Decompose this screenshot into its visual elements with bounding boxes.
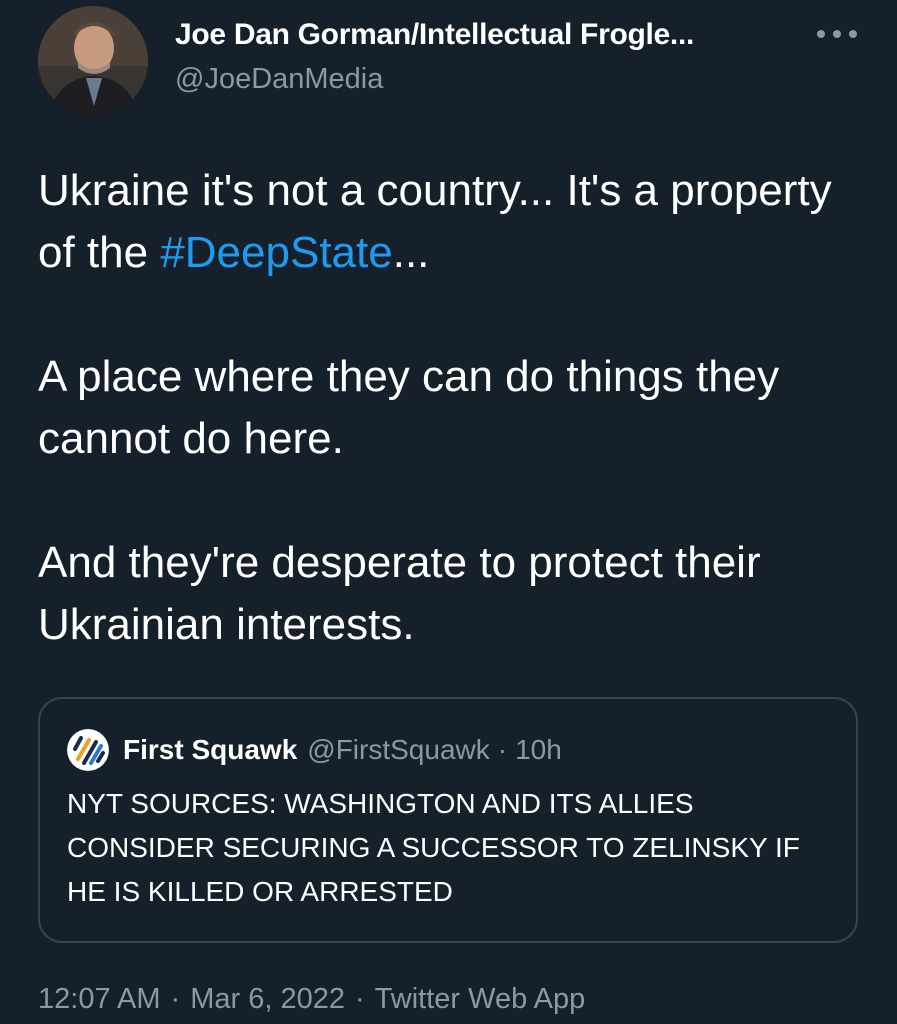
quoted-tweet-header: First Squawk @FirstSquawk · 10h xyxy=(67,729,562,771)
quoted-author-name: First Squawk xyxy=(123,734,298,765)
tweet-paragraph-2: A place where they can do things they ca… xyxy=(38,352,780,463)
author-handle[interactable]: @JoeDanMedia xyxy=(175,63,383,96)
author-display-name[interactable]: Joe Dan Gorman/Intellectual Frogle... xyxy=(175,18,694,52)
tweet-paragraph-1: Ukraine it's not a country... It's a pro… xyxy=(38,160,868,284)
more-horizontal-icon[interactable] xyxy=(817,24,857,44)
author-avatar[interactable] xyxy=(38,6,148,116)
separator-dot: · xyxy=(354,983,365,1015)
tweet-text-part: Ukraine it's not a country... It's a pro… xyxy=(38,166,832,277)
more-dot xyxy=(833,30,841,38)
first-squawk-logo-icon xyxy=(67,729,109,771)
quoted-tweet-time: 10h xyxy=(515,734,562,765)
hashtag-link[interactable]: #DeepState xyxy=(160,228,392,277)
tweet-text: Ukraine it's not a country... It's a pro… xyxy=(38,160,868,656)
tweet-time[interactable]: 12:07 AM xyxy=(38,983,161,1015)
profile-photo-icon xyxy=(38,6,148,116)
tweet-detail: Joe Dan Gorman/Intellectual Frogle... @J… xyxy=(0,0,897,1024)
quoted-tweet-text: NYT SOURCES: WASHINGTON AND ITS ALLIES C… xyxy=(67,788,800,907)
quoted-tweet-card[interactable]: First Squawk @FirstSquawk · 10h NYT SOUR… xyxy=(38,697,858,943)
tweet-paragraph-3: And they're desperate to protect their U… xyxy=(38,538,761,649)
more-dot xyxy=(817,30,825,38)
separator-dot: · xyxy=(170,983,181,1015)
tweet-metadata: 12:07 AM · Mar 6, 2022 · Twitter Web App xyxy=(38,983,585,1016)
more-dot xyxy=(849,30,857,38)
tweet-source-link[interactable]: Twitter Web App xyxy=(375,983,586,1015)
tweet-text-part: ... xyxy=(392,228,430,277)
separator-dot: · xyxy=(497,734,508,765)
quoted-author-handle: @FirstSquawk xyxy=(307,734,490,765)
tweet-date[interactable]: Mar 6, 2022 xyxy=(190,983,345,1015)
